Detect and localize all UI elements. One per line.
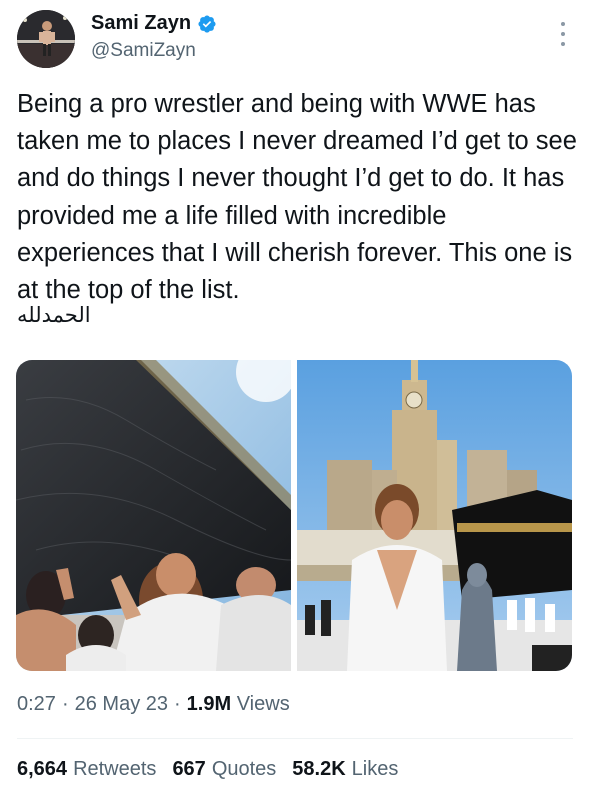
tweet-time[interactable]: 0:27 <box>17 693 56 716</box>
meta-separator: · <box>61 693 69 715</box>
tweet-header: Sami Zayn @SamiZayn <box>0 0 589 80</box>
kaaba-closeup-photo[interactable] <box>16 360 291 671</box>
quotes-count: 667 <box>172 758 206 780</box>
likes-count: 58.2K <box>292 758 346 780</box>
retweets-label: Retweets <box>73 758 157 780</box>
quotes-stat[interactable]: 667 Quotes <box>172 758 276 781</box>
quotes-label: Quotes <box>211 758 277 780</box>
more-options-icon[interactable] <box>559 22 567 46</box>
engagement-stats: 6,664 Retweets 667 Quotes 58.2K Likes <box>17 758 398 781</box>
views-label: Views <box>236 693 290 715</box>
media-grid <box>16 360 572 671</box>
tweet-meta: 0:27 · 26 May 23 · 1.9M Views <box>17 693 290 716</box>
meta-separator: · <box>174 693 181 715</box>
verified-badge-icon <box>197 14 217 34</box>
tweet-arabic-text: الحمدلله <box>17 303 91 327</box>
views-count: 1.9M <box>186 693 232 715</box>
likes-label: Likes <box>351 758 399 780</box>
retweets-count: 6,664 <box>17 758 68 780</box>
retweets-stat[interactable]: 6,664 Retweets <box>17 758 156 781</box>
user-handle[interactable]: @SamiZayn <box>91 40 196 62</box>
tweet-date[interactable]: 26 May 23 <box>75 693 168 716</box>
likes-stat[interactable]: 58.2K Likes <box>292 758 398 781</box>
name-row: Sami Zayn <box>91 12 217 35</box>
divider <box>17 738 573 739</box>
makkah-clock-tower-photo[interactable] <box>297 360 572 671</box>
display-name[interactable]: Sami Zayn <box>91 12 191 35</box>
avatar[interactable] <box>17 10 75 68</box>
tweet-text: Being a pro wrestler and being with WWE … <box>17 90 577 305</box>
